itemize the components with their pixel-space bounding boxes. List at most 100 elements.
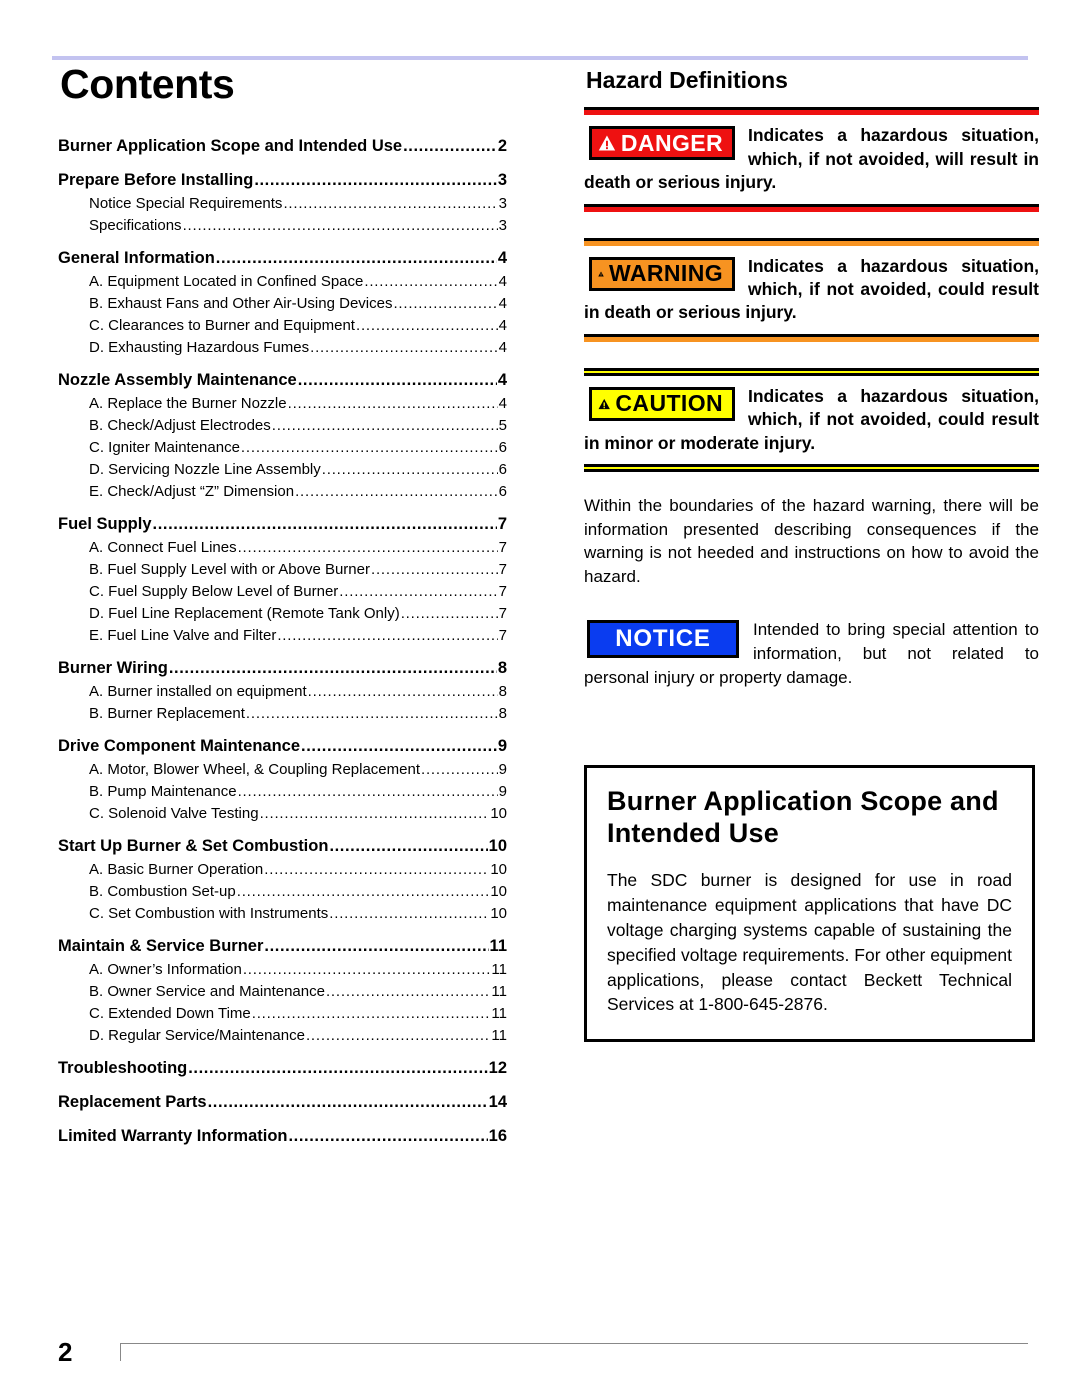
toc-entry[interactable]: Drive Component Maintenance.............… — [58, 737, 507, 756]
toc-dot-leader: ........................................… — [215, 249, 497, 267]
toc-entry[interactable]: Specifications..........................… — [58, 217, 507, 234]
toc-entry[interactable]: D. Servicing Nozzle Line Assembly.......… — [58, 461, 507, 478]
toc-entry[interactable]: A. Replace the Burner Nozzle............… — [58, 395, 507, 412]
toc-entry-page: 3 — [498, 195, 507, 212]
toc-entry[interactable]: A. Owner’s Information..................… — [58, 961, 507, 978]
toc-dot-leader: ........................................… — [297, 371, 497, 389]
toc-entry[interactable]: Fuel Supply.............................… — [58, 515, 507, 534]
toc-dot-leader: ........................................… — [305, 1027, 490, 1044]
toc-dot-leader: ........................................… — [310, 339, 498, 356]
contents-column: Contents Burner Application Scope and In… — [58, 64, 542, 1149]
toc-entry[interactable]: A. Burner installed on equipment........… — [58, 683, 507, 700]
toc-entry-page: 11 — [491, 1027, 507, 1044]
toc-entry-label: Burner Wiring — [58, 659, 168, 677]
caution-badge: CAUTION — [589, 386, 735, 421]
toc-entry[interactable]: C. Set Combustion with Instruments......… — [58, 905, 507, 922]
toc-entry-page: 7 — [498, 627, 507, 644]
toc-entry-label: E. Check/Adjust “Z” Dimension — [89, 483, 295, 500]
toc-entry-label: B. Pump Maintenance — [89, 783, 237, 800]
toc-entry[interactable]: Notice Special Requirements.............… — [58, 195, 507, 212]
toc-entry-page: 11 — [491, 961, 507, 978]
toc-entry-page: 4 — [497, 249, 507, 267]
toc-entry[interactable]: B. Fuel Supply Level with or Above Burne… — [58, 561, 507, 578]
toc-entry-page: 4 — [498, 339, 507, 356]
toc-dot-leader: ........................................… — [271, 417, 498, 434]
toc-entry[interactable]: C. Fuel Supply Below Level of Burner....… — [58, 583, 507, 600]
toc-dot-leader: ........................................… — [287, 395, 498, 412]
toc-dot-leader: ........................................… — [283, 195, 498, 212]
hazard-danger-block: DANGER Indicates a hazardous situation, … — [584, 107, 1039, 212]
toc-entry[interactable]: Burner Application Scope and Intended Us… — [58, 137, 507, 156]
hazard-warning-text-row: WARNING Indicates a hazardous situation,… — [584, 246, 1039, 334]
danger-badge: DANGER — [589, 126, 735, 161]
toc-entry[interactable]: Nozzle Assembly Maintenance.............… — [58, 371, 507, 390]
toc-entry[interactable]: D. Exhausting Hazardous Fumes...........… — [58, 339, 507, 356]
toc-entry[interactable]: Prepare Before Installing...............… — [58, 171, 507, 190]
toc-dot-leader: ........................................… — [188, 1059, 487, 1077]
toc-entry-label: C. Extended Down Time — [89, 1005, 251, 1022]
toc-entry[interactable]: A. Motor, Blower Wheel, & Coupling Repla… — [58, 761, 507, 778]
toc-dot-leader: ........................................… — [339, 583, 497, 600]
toc-dot-leader: ........................................… — [288, 1127, 488, 1145]
toc-entry-label: C. Set Combustion with Instruments — [89, 905, 329, 922]
toc-entry-page: 4 — [497, 371, 507, 389]
toc-entry-label: Prepare Before Installing — [58, 171, 254, 189]
toc-entry-label: A. Connect Fuel Lines — [89, 539, 237, 556]
toc-entry[interactable]: Burner Wiring...........................… — [58, 659, 507, 678]
toc-entry[interactable]: B. Exhaust Fans and Other Air-Using Devi… — [58, 295, 507, 312]
toc-dot-leader: ........................................… — [152, 515, 497, 533]
caution-rule-bottom — [584, 464, 1039, 473]
toc-entry[interactable]: Replacement Parts.......................… — [58, 1093, 507, 1112]
toc-entry[interactable]: A. Basic Burner Operation...............… — [58, 861, 507, 878]
toc-entry-label: B. Burner Replacement — [89, 705, 245, 722]
toc-entry[interactable]: E. Fuel Line Valve and Filter...........… — [58, 627, 507, 644]
toc-entry-page: 8 — [498, 683, 507, 700]
toc-entry[interactable]: Maintain & Service Burner...............… — [58, 937, 507, 956]
toc-entry[interactable]: C. Extended Down Time...................… — [58, 1005, 507, 1022]
notice-badge-label: NOTICE — [615, 625, 711, 653]
toc-entry[interactable]: B. Owner Service and Maintenance .......… — [58, 983, 507, 1000]
hazard-warning-block: WARNING Indicates a hazardous situation,… — [584, 237, 1039, 342]
toc-entry-label: Start Up Burner & Set Combustion — [58, 837, 329, 855]
toc-dot-leader: ........................................… — [371, 561, 498, 578]
toc-entry[interactable]: B. Combustion Set-up....................… — [58, 883, 507, 900]
toc-entry[interactable]: C. Clearances to Burner and Equipment...… — [58, 317, 507, 334]
caution-badge-wrap: CAUTION — [589, 386, 735, 421]
table-of-contents: Burner Application Scope and Intended Us… — [58, 137, 507, 1146]
toc-entry-page: 9 — [497, 737, 507, 755]
toc-entry[interactable]: C. Igniter Maintenance..................… — [58, 439, 507, 456]
toc-dot-leader: ........................................… — [237, 539, 498, 556]
toc-entry-label: General Information — [58, 249, 215, 267]
toc-dot-leader: ........................................… — [240, 439, 498, 456]
toc-entry[interactable]: A. Connect Fuel Lines...................… — [58, 539, 507, 556]
toc-entry[interactable]: D. Fuel Line Replacement (Remote Tank On… — [58, 605, 507, 622]
toc-entry-label: D. Exhausting Hazardous Fumes — [89, 339, 310, 356]
toc-entry[interactable]: D. Regular Service/Maintenance..........… — [58, 1027, 507, 1044]
warning-rule-top — [584, 237, 1039, 246]
toc-dot-leader: ........................................… — [264, 937, 488, 955]
page-footer: 2 — [0, 1333, 1080, 1373]
warning-badge: WARNING — [589, 256, 735, 291]
toc-entry[interactable]: E. Check/Adjust “Z” Dimension...........… — [58, 483, 507, 500]
toc-entry-page: 10 — [488, 837, 507, 855]
toc-entry-page: 10 — [490, 805, 507, 822]
toc-entry[interactable]: C. Solenoid Valve Testing...............… — [58, 805, 507, 822]
toc-entry[interactable]: General Information.....................… — [58, 249, 507, 268]
toc-entry[interactable]: Limited Warranty Information............… — [58, 1127, 507, 1146]
notice-block: NOTICE Intended to bring special attenti… — [584, 618, 1039, 689]
toc-entry[interactable]: Start Up Burner & Set Combustion........… — [58, 837, 507, 856]
toc-entry-label: A. Equipment Located in Confined Space — [89, 273, 364, 290]
toc-entry[interactable]: B. Burner Replacement...................… — [58, 705, 507, 722]
toc-entry-label: B. Combustion Set-up — [89, 883, 236, 900]
toc-entry[interactable]: B. Check/Adjust Electrodes..............… — [58, 417, 507, 434]
toc-entry[interactable]: A. Equipment Located in Confined Space..… — [58, 273, 507, 290]
toc-entry-page: 6 — [498, 461, 507, 478]
danger-rule-bottom — [584, 203, 1039, 212]
toc-entry-page: 4 — [498, 273, 507, 290]
toc-entry[interactable]: B. Pump Maintenance.....................… — [58, 783, 507, 800]
toc-entry-page: 12 — [488, 1059, 507, 1077]
toc-dot-leader: ........................................… — [242, 961, 491, 978]
toc-dot-leader: ........................................… — [329, 837, 488, 855]
toc-dot-leader: ........................................… — [182, 217, 498, 234]
toc-entry[interactable]: Troubleshooting.........................… — [58, 1059, 507, 1078]
